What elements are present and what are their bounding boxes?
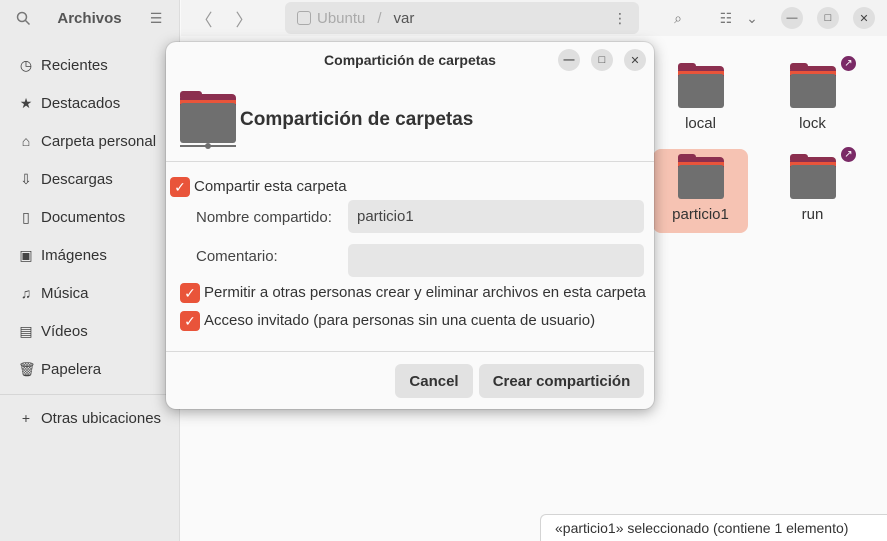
sidebar-item-label: Documentos — [41, 208, 126, 226]
sidebar-item-documentos[interactable]: ▯ Documentos — [0, 198, 179, 236]
sidebar-item-descargas[interactable]: ⇩ Descargas — [0, 160, 179, 198]
file-name: particio1 — [672, 206, 729, 223]
sidebar-item-label: Recientes — [41, 56, 108, 74]
dialog-footer: Cancel Crear compartición — [166, 352, 654, 408]
file-item-particio1[interactable]: particio1 — [653, 149, 748, 233]
sidebar-item-musica[interactable]: ♫ Música — [0, 274, 179, 312]
file-name: run — [801, 206, 824, 223]
sidebar-item-recientes[interactable]: ◷ Recientes — [0, 46, 179, 84]
sidebar-item-label: Vídeos — [41, 322, 88, 340]
path-bar[interactable]: Ubuntu / var ⋮ — [285, 2, 639, 34]
allow-others-checkbox[interactable]: ✓ — [180, 283, 200, 303]
symlink-icon: ↗ — [841, 56, 856, 71]
image-icon: ▣ — [19, 246, 33, 263]
share-folder-label[interactable]: Compartir esta carpeta — [194, 178, 347, 195]
path-segment-current[interactable]: var — [394, 10, 415, 27]
sidebar-header: Archivos ☰ — [0, 0, 179, 36]
sidebar-item-papelera[interactable]: 🗑︎ Papelera — [0, 350, 179, 388]
plus-icon: + — [21, 410, 31, 426]
comment-label: Comentario: — [196, 248, 278, 265]
search-folder-icon[interactable]: ⌕ — [663, 3, 693, 33]
path-segment-drive[interactable]: Ubuntu — [317, 10, 365, 27]
sidebar-item-videos[interactable]: ▤ Vídeos — [0, 312, 179, 350]
back-button[interactable]: 〈 — [190, 4, 218, 32]
share-name-input[interactable]: particio1 — [348, 200, 644, 233]
sidebar-item-carpeta-personal[interactable]: ⌂ Carpeta personal — [0, 122, 179, 160]
comment-input[interactable] — [348, 244, 644, 277]
file-name: local — [685, 115, 716, 132]
sidebar-item-imagenes[interactable]: ▣ Imágenes — [0, 236, 179, 274]
star-icon: ★ — [19, 94, 33, 111]
sidebar-item-label: Otras ubicaciones — [41, 409, 162, 427]
hamburger-menu-icon[interactable]: ☰ — [147, 9, 165, 27]
app-title: Archivos — [57, 9, 122, 27]
music-icon: ♫ — [20, 285, 32, 301]
file-item-run[interactable]: ↗ run — [765, 147, 860, 233]
sidebar-item-otras-ubicaciones[interactable]: + Otras ubicaciones — [0, 399, 179, 437]
header-bar: 〈 〉 Ubuntu / var ⋮ ⌕ ☷ ⌄ — □ ✕ — [181, 0, 887, 36]
guest-access-label[interactable]: Acceso invitado (para personas sin una c… — [204, 312, 595, 329]
guest-access-checkbox[interactable]: ✓ — [180, 311, 200, 331]
download-icon: ⇩ — [20, 170, 32, 187]
clock-icon: ◷ — [19, 56, 33, 73]
dialog-title: Compartición de carpetas — [324, 52, 496, 68]
allow-others-label[interactable]: Permitir a otras personas crear y elimin… — [204, 284, 646, 301]
dialog-maximize-button[interactable]: □ — [591, 49, 613, 71]
dialog-titlebar: Compartición de carpetas — □ ✕ — [166, 42, 654, 78]
minimize-button[interactable]: — — [781, 7, 803, 29]
folder-icon — [789, 154, 836, 199]
symlink-icon: ↗ — [841, 147, 856, 162]
path-menu-icon[interactable]: ⋮ — [613, 10, 627, 27]
file-item-lock[interactable]: ↗ lock — [765, 56, 860, 142]
drive-icon — [297, 11, 311, 25]
folder-icon — [789, 63, 836, 108]
folder-icon — [677, 63, 724, 108]
sidebar-item-label: Destacados — [41, 94, 121, 112]
cancel-button[interactable]: Cancel — [395, 364, 473, 398]
share-folder-checkbox[interactable]: ✓ — [170, 177, 190, 197]
folder-icon — [677, 154, 724, 199]
sidebar-item-label: Música — [41, 284, 89, 302]
dialog-heading: Compartición de carpetas — [240, 109, 474, 130]
shared-folder-icon — [180, 91, 236, 149]
chevron-down-icon[interactable]: ⌄ — [737, 3, 767, 33]
status-bar: «particio1» seleccionado (contiene 1 ele… — [540, 514, 887, 541]
sidebar-item-label: Imágenes — [41, 246, 107, 264]
create-share-button[interactable]: Crear compartición — [479, 364, 644, 398]
folder-sharing-dialog: Compartición de carpetas — □ ✕ Compartic… — [166, 42, 654, 409]
file-name: lock — [799, 115, 826, 132]
sidebar-item-label: Descargas — [41, 170, 113, 188]
dialog-header: Compartición de carpetas — [166, 78, 654, 162]
document-icon: ▯ — [22, 208, 30, 225]
sidebar-item-label: Papelera — [41, 360, 102, 378]
path-separator: / — [377, 9, 382, 27]
file-item-local[interactable]: local — [653, 58, 748, 142]
home-icon: ⌂ — [21, 133, 31, 149]
sidebar-item-destacados[interactable]: ★ Destacados — [0, 84, 179, 122]
forward-button[interactable]: 〉 — [230, 4, 258, 32]
sidebar-divider — [0, 394, 179, 395]
maximize-button[interactable]: □ — [817, 7, 839, 29]
trash-icon: 🗑︎ — [18, 360, 36, 377]
sidebar: Archivos ☰ ◷ Recientes ★ Destacados ⌂ Carpe… — [0, 0, 180, 541]
search-icon[interactable] — [14, 9, 32, 27]
video-icon: ▤ — [19, 322, 33, 339]
sidebar-item-label: Carpeta personal — [41, 132, 157, 150]
dialog-close-button[interactable]: ✕ — [624, 49, 646, 71]
dialog-body: ✓ Compartir esta carpeta Nombre comparti… — [166, 162, 654, 352]
dialog-minimize-button[interactable]: — — [558, 49, 580, 71]
share-name-label: Nombre compartido: — [196, 209, 332, 226]
close-button[interactable]: ✕ — [853, 7, 875, 29]
